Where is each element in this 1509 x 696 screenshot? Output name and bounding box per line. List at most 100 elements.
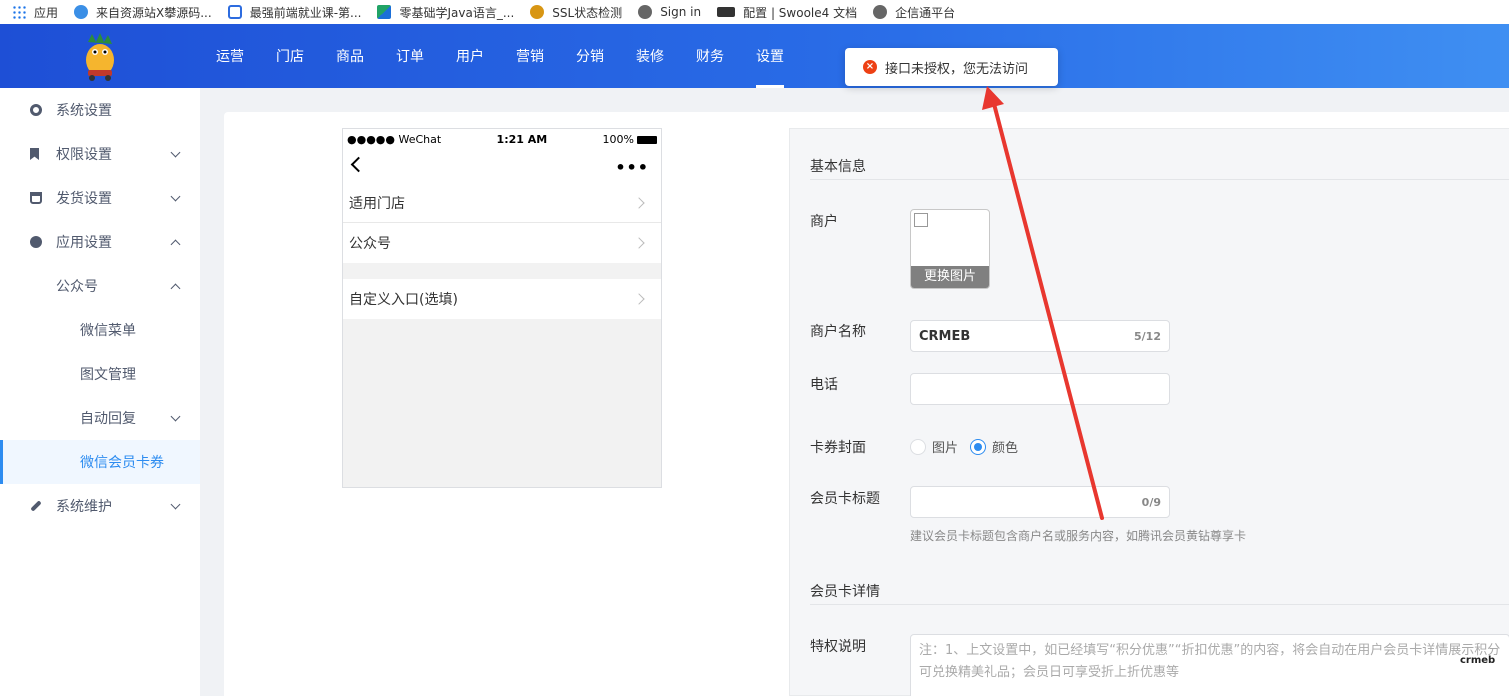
nav-distribution[interactable]: 分销 — [560, 24, 620, 88]
sidebar-item-label: 系统维护 — [56, 499, 112, 515]
phone-cell-custom-entry: 自定义入口(选填) — [343, 279, 661, 319]
globe-icon — [873, 5, 888, 19]
globe-icon — [638, 5, 653, 19]
card-title-label: 会员卡标题 — [810, 491, 880, 507]
sidebar-item-app-settings[interactable]: 应用设置 — [0, 220, 200, 264]
more-icon: ••• — [615, 158, 649, 177]
bookmark-item[interactable]: SSL状态检测 — [530, 4, 622, 21]
battery-icon — [637, 135, 657, 144]
bookmark-label: 零基础学Java语言_... — [399, 5, 515, 20]
top-nav: 运营 门店 商品 订单 用户 营销 分销 装修 财务 设置 — [200, 24, 800, 88]
sidebar-item-label: 微信菜单 — [80, 323, 136, 339]
card-title-hint: 建议会员卡标题包含商户名或服务内容，如腾讯会员黄钻尊享卡 — [910, 529, 1247, 543]
phone-label: 电话 — [810, 377, 838, 393]
sidebar-item-official-account[interactable]: 公众号 — [0, 264, 200, 308]
nav-finance[interactable]: 财务 — [680, 24, 740, 88]
nav-stores[interactable]: 门店 — [260, 24, 320, 88]
cover-radio-image[interactable] — [910, 438, 926, 455]
wrench-icon — [30, 500, 42, 512]
image-placeholder-icon — [914, 213, 928, 227]
merchant-label: 商户 — [810, 214, 838, 230]
dinosaur-logo-icon[interactable] — [76, 30, 124, 82]
bookmark-item[interactable]: 最强前端就业课-第... — [227, 4, 361, 21]
toast-message: 接口未授权，您无法访问 — [885, 61, 1029, 77]
sidebar-item-wechat-menu[interactable]: 微信菜单 — [0, 308, 200, 352]
nav-settings[interactable]: 设置 — [740, 24, 800, 88]
bookmarks-bar: 应用 来自资源站X攀源码... 最强前端就业课-第... 零基础学Java语言_… — [0, 0, 1509, 24]
sidebar-item-auto-reply[interactable]: 自动回复 — [0, 396, 200, 440]
cover-label: 卡券封面 — [810, 440, 866, 456]
site-icon — [74, 5, 89, 19]
sidebar: 系统设置 权限设置 发货设置 应用设置 公众号 微信菜单 图文管理 自动回复 微… — [0, 88, 200, 696]
bookmark-apps[interactable]: 应用 — [12, 4, 58, 21]
sidebar-item-system-settings[interactable]: 系统设置 — [0, 88, 200, 132]
section-basic-info: 基本信息 — [810, 159, 866, 175]
cover-radio-color[interactable] — [970, 438, 987, 455]
phone-spacer — [343, 263, 661, 279]
sidebar-item-label: 自动回复 — [80, 411, 136, 427]
nav-marketing[interactable]: 营销 — [500, 24, 560, 88]
phone-status-bar: ●●●●● WeChat 1:21 AM 100% — [343, 129, 661, 149]
sidebar-item-shipping[interactable]: 发货设置 — [0, 176, 200, 220]
bookmark-item[interactable]: 来自资源站X攀源码... — [74, 4, 212, 21]
section-card-detail: 会员卡详情 — [810, 584, 880, 600]
bookmark-item[interactable]: 零基础学Java语言_... — [377, 4, 514, 21]
merchant-name-value: CRMEB — [919, 328, 971, 344]
sidebar-item-permissions[interactable]: 权限设置 — [0, 132, 200, 176]
bookmark-item[interactable]: 配置 | Swoole4 文档 — [717, 4, 857, 21]
phone-cell-stores: 适用门店 — [343, 183, 661, 223]
card-title-input[interactable]: 0/9 — [910, 486, 1170, 518]
chevron-down-icon — [170, 411, 181, 421]
sidebar-item-member-card[interactable]: 微信会员卡券 — [0, 440, 200, 484]
nav-operations[interactable]: 运营 — [200, 24, 260, 88]
sidebar-item-maintenance[interactable]: 系统维护 — [0, 484, 200, 528]
sidebar-item-articles[interactable]: 图文管理 — [0, 352, 200, 396]
error-icon: × — [863, 60, 877, 74]
chevron-right-icon — [633, 293, 645, 305]
medal-icon — [530, 5, 545, 19]
bookmark-label: Sign in — [660, 5, 702, 19]
privilege-label: 特权说明 — [810, 639, 866, 655]
phone-preview: ●●●●● WeChat 1:21 AM 100% ••• 适用门店 公众号 自… — [342, 128, 662, 488]
bookmark-label: 来自资源站X攀源码... — [96, 5, 212, 20]
nav-decoration[interactable]: 装修 — [620, 24, 680, 88]
chevron-down-icon — [170, 147, 181, 157]
cart-icon — [30, 192, 42, 204]
sidebar-item-label: 应用设置 — [56, 235, 112, 251]
phone-time: 1:21 AM — [496, 132, 548, 146]
cell-label: 自定义入口(选填) — [349, 292, 458, 308]
bookmark-label: SSL状态检测 — [552, 5, 623, 20]
merchant-name-count: 5/12 — [1134, 329, 1161, 343]
member-card-form: 基本信息 商户 更换图片 商户名称 CRMEB 5/12 电话 卡券封面 图片 … — [789, 128, 1509, 696]
bilibili-icon — [227, 5, 242, 19]
phone-carrier: ●●●●● WeChat — [347, 132, 442, 146]
merchant-name-input[interactable]: CRMEB 5/12 — [910, 320, 1170, 352]
sidebar-item-label: 微信会员卡券 — [80, 455, 164, 471]
bookmark-item[interactable]: 企信通平台 — [873, 4, 955, 21]
section-divider — [810, 604, 1509, 605]
privilege-textarea[interactable]: 注：1、上文设置中，如已经填写“积分优惠”“折扣优惠”的内容，将会自动在用户会员… — [910, 634, 1509, 696]
book-icon — [377, 5, 392, 19]
bookmark-label: 配置 | Swoole4 文档 — [743, 5, 858, 20]
cover-option-color: 颜色 — [992, 441, 1019, 456]
nav-users[interactable]: 用户 — [440, 24, 500, 88]
chevron-up-icon — [170, 283, 181, 293]
nav-products[interactable]: 商品 — [320, 24, 380, 88]
apps-grid-icon — [12, 5, 26, 19]
sidebar-item-label: 公众号 — [56, 279, 98, 295]
back-arrow-icon — [350, 156, 367, 173]
section-divider — [810, 179, 1509, 180]
bookmark-item[interactable]: Sign in — [638, 5, 701, 19]
chevron-up-icon — [170, 239, 181, 249]
nav-orders[interactable]: 订单 — [380, 24, 440, 88]
sidebar-item-label: 图文管理 — [80, 367, 136, 383]
merchant-image-upload[interactable]: 更换图片 — [910, 209, 990, 289]
phone-input[interactable] — [910, 373, 1170, 405]
gear-icon — [30, 104, 42, 116]
phone-cell-official-account: 公众号 — [343, 223, 661, 263]
crmeb-watermark-logo: crmeb — [1460, 655, 1496, 666]
change-image-button[interactable]: 更换图片 — [911, 266, 989, 288]
phone-battery: 100% — [603, 133, 657, 146]
chevron-down-icon — [170, 499, 181, 509]
phone-nav-bar: ••• — [343, 149, 661, 183]
